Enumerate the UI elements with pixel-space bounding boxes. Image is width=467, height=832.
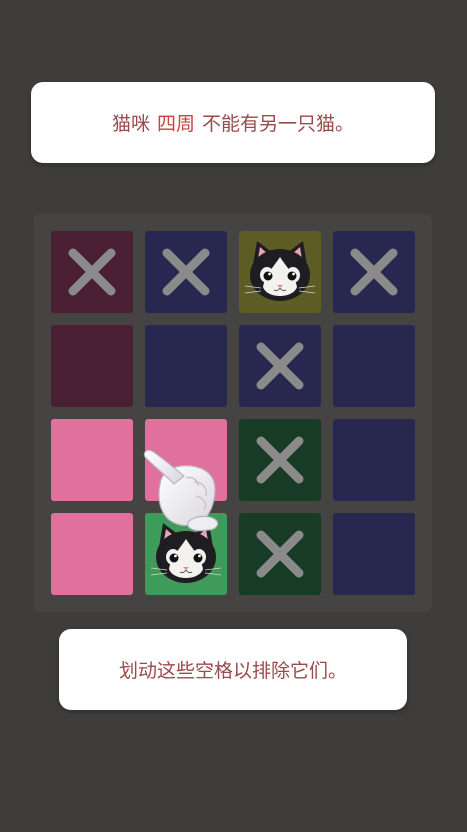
cell-marked[interactable] [239,419,321,501]
cell-marked[interactable] [239,513,321,595]
cell-empty[interactable] [145,325,227,407]
x-mark-icon [350,248,398,296]
hint-text-rule: 不能有另一只猫。 [202,113,355,135]
cell-cat[interactable] [239,231,321,313]
x-mark-icon [162,248,210,296]
hint-text-highlight: 四周 [156,113,195,135]
cell-cat[interactable] [145,513,227,595]
x-mark-icon [256,342,304,390]
puzzle-board [34,214,432,612]
cat-face-icon [244,241,316,301]
cell-empty[interactable] [333,419,415,501]
rule-hint-bubble: 猫咪 四周 不能有另一只猫。 [31,82,435,163]
instruction-bubble: 划动这些空格以排除它们。 [59,629,407,710]
cell-marked[interactable] [51,231,133,313]
cell-empty[interactable] [51,419,133,501]
cell-empty[interactable] [333,513,415,595]
cell-marked[interactable] [333,231,415,313]
cell-empty[interactable] [145,419,227,501]
cell-marked[interactable] [145,231,227,313]
hint-text-cat: 猫咪 [111,113,150,135]
cat-face-icon [150,523,222,583]
instruction-text: 划动这些空格以排除它们。 [118,660,347,682]
cell-empty[interactable] [51,325,133,407]
x-mark-icon [256,530,304,578]
cell-marked[interactable] [239,325,321,407]
cell-empty[interactable] [51,513,133,595]
cell-empty[interactable] [333,325,415,407]
x-mark-icon [68,248,116,296]
x-mark-icon [256,436,304,484]
